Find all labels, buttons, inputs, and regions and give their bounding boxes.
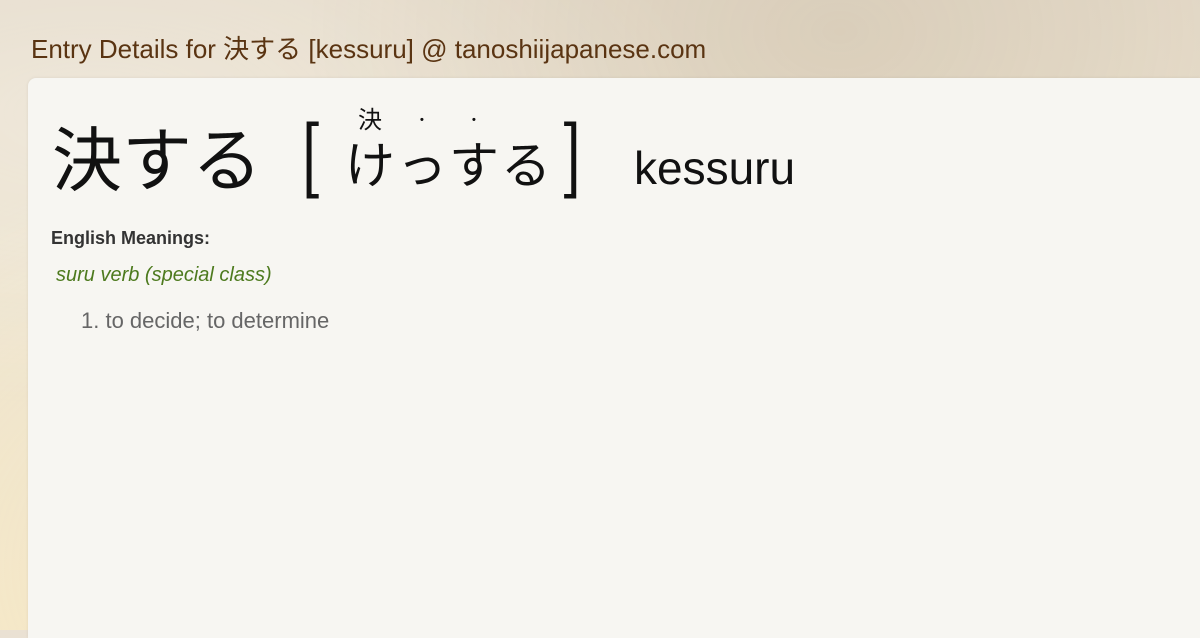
reading-bracket-open: [ <box>302 108 323 208</box>
kana: け <box>345 137 395 195</box>
entry-word: 決する <box>52 120 262 202</box>
reading-char: · っ <box>396 104 448 196</box>
meanings-heading: English Meanings: <box>51 228 211 248</box>
reading-group: 決 け · っ · す る <box>344 104 552 196</box>
kana: っ <box>397 137 447 195</box>
furigana <box>500 104 552 136</box>
definition-item: 1. to decide; to determine <box>81 308 330 333</box>
kana: る <box>501 137 551 195</box>
reading-char: る <box>500 104 552 196</box>
furigana: 決 <box>358 106 382 134</box>
reading-char: · す <box>448 104 500 196</box>
furigana: · <box>418 106 426 134</box>
kana: す <box>449 137 499 195</box>
page-title: Entry Details for 決する [kessuru] @ tanosh… <box>31 34 707 64</box>
reading-char: 決 け <box>344 104 396 196</box>
reading-bracket-close: ] <box>560 108 581 208</box>
part-of-speech: suru verb (special class) <box>56 264 272 286</box>
furigana: · <box>470 106 478 134</box>
romaji: kessuru <box>634 142 796 194</box>
entry-card: 決する [ 決 け · っ · す る ] kessuru English Me… <box>28 78 1200 638</box>
